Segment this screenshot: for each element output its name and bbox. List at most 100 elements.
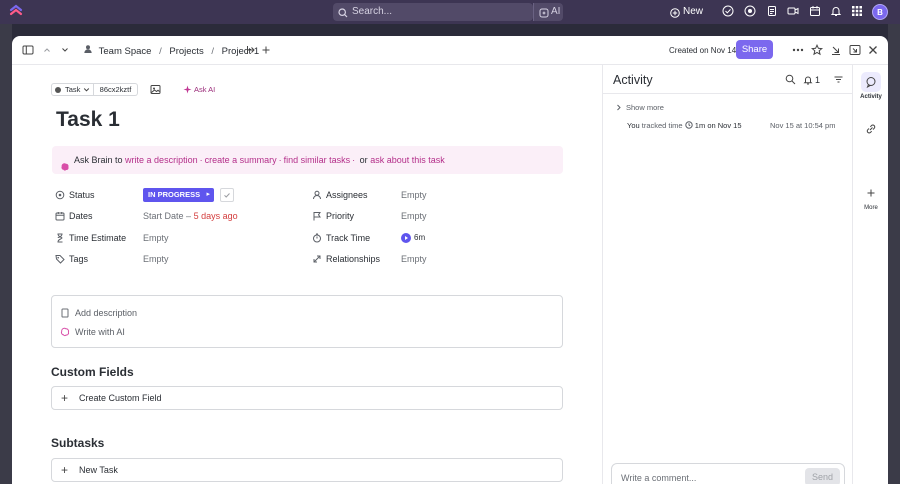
play-timer-icon[interactable] [401,233,411,243]
show-more-button[interactable]: Show more [615,102,664,113]
record-icon[interactable] [744,5,758,19]
tag-icon [55,254,65,268]
team-space-icon [83,44,93,59]
sidebar-toggle-icon[interactable] [22,44,34,56]
flag-icon [312,211,322,225]
priority-value[interactable]: Empty [401,209,427,223]
ai-sparkle-icon [183,85,192,98]
ai-button-label: AI [551,6,561,17]
chevron-down-icon[interactable] [59,44,71,56]
search-icon[interactable] [785,74,796,85]
user-icon [312,190,322,204]
complete-status-button[interactable] [220,188,234,202]
status-field-label: Status [55,188,95,202]
brain-link-create-summary[interactable]: create a summary [205,155,277,165]
activity-entry: You tracked time 1m on Nov 15 [627,120,742,132]
brain-link-write-description[interactable]: write a description [125,155,198,165]
add-description-label: Add description [75,308,138,318]
apps-grid-icon[interactable] [851,5,865,19]
dates-value[interactable]: Start Date – 5 days ago [143,209,238,223]
calendar-icon[interactable] [809,5,823,19]
brain-separator: · [199,155,203,165]
new-subtask-button[interactable]: + New Task [51,458,563,482]
app-logo-icon[interactable] [8,4,24,20]
chat-bubble-icon [866,77,876,89]
brain-link-find-similar[interactable]: find similar tasks [284,155,351,165]
video-icon[interactable] [787,5,801,19]
rail-activity-label: Activity [860,94,882,100]
ask-ai-label: Ask AI [194,85,216,94]
app-top-bar: Search... AI New B [0,0,900,24]
time-estimate-value[interactable]: Empty [143,231,169,245]
tags-value[interactable]: Empty [143,252,169,266]
rail-more-label: More [864,205,878,211]
breadcrumb-team-space[interactable]: Team Space [99,45,152,59]
task-type-dot-icon [55,87,61,93]
relationship-icon [312,254,322,268]
backdrop-right [888,24,900,484]
start-date: Start Date [143,211,184,221]
send-comment-button[interactable]: Send [805,468,840,484]
user-avatar[interactable]: B [872,4,888,20]
rail-more-button[interactable] [861,183,881,203]
star-icon[interactable] [810,43,824,56]
check-circle-icon[interactable] [722,5,736,19]
breadcrumb-projects[interactable]: Projects [169,45,203,59]
brain-separator: · [352,155,356,165]
dates-label: Dates [69,211,93,221]
activity-entry-user: You [627,121,640,130]
relationships-value[interactable]: Empty [401,252,427,266]
create-custom-field-button[interactable]: + Create Custom Field [51,386,563,410]
time-estimate-label: Time Estimate [69,233,127,243]
plus-icon[interactable] [260,44,272,56]
status-label: Status [69,190,95,200]
document-icon[interactable] [766,5,780,19]
dates-dash: – [186,211,192,221]
activity-notification-count[interactable]: 1 [803,73,820,87]
status-value: IN PROGRESS [148,190,201,199]
assignees-value[interactable]: Empty [401,188,427,202]
move-task-icon[interactable] [245,44,257,56]
track-time-value[interactable]: 6m [401,231,425,245]
due-date: 5 days ago [193,211,238,221]
write-with-ai-button[interactable]: Write with AI [60,325,125,339]
ask-brain-bar: Ask Brain to write a description · create … [52,146,563,174]
task-type-label: Task [65,85,81,94]
created-date-label: Created on Nov 14 [669,46,737,55]
modal-header: Team Space / Projects / Project 1 Create… [12,36,888,65]
rail-activity-button[interactable] [861,72,881,92]
add-description-button[interactable]: Add description [60,306,137,320]
dates-field-label: Dates [55,209,93,223]
task-type-dropdown[interactable]: Task [51,83,94,96]
collapse-panel-icon[interactable] [849,44,861,56]
task-detail-pane: Task 86cx2kztf Ask AI Task 1 Ask Brain t… [12,65,602,484]
task-title[interactable]: Task 1 [56,107,120,133]
share-button[interactable]: Share [736,40,773,59]
priority-label: Priority [326,211,355,221]
close-icon[interactable] [867,44,879,56]
search-placeholder: Search... [352,6,393,17]
breadcrumb: Team Space / Projects / Project 1 [83,44,259,58]
track-time-field-label: Track Time [312,231,370,245]
clock-icon [685,120,695,131]
assignees-label: Assignees [326,190,368,200]
status-circle-icon [55,190,65,204]
cover-image-icon[interactable] [150,84,161,95]
breadcrumb-separator: / [211,46,214,58]
task-id-button[interactable]: 86cx2kztf [94,83,138,96]
subtasks-title: Subtasks [51,436,105,450]
status-dropdown[interactable]: IN PROGRESS ▸ [143,188,214,202]
download-icon[interactable] [830,44,842,56]
new-button[interactable]: New [669,3,703,21]
bell-icon[interactable] [830,5,844,19]
brain-link-ask-about-task[interactable]: ask about this task [370,155,445,165]
chevron-up-icon[interactable] [41,44,53,56]
backdrop-left [0,24,12,484]
rail-links-button[interactable] [861,119,881,139]
more-options-icon[interactable] [792,44,804,56]
filter-icon[interactable] [833,74,844,85]
ai-button[interactable]: AI [533,3,563,21]
ask-ai-button[interactable]: Ask AI [178,83,221,96]
custom-fields-title: Custom Fields [51,365,134,379]
global-search-input[interactable]: Search... [333,3,533,21]
